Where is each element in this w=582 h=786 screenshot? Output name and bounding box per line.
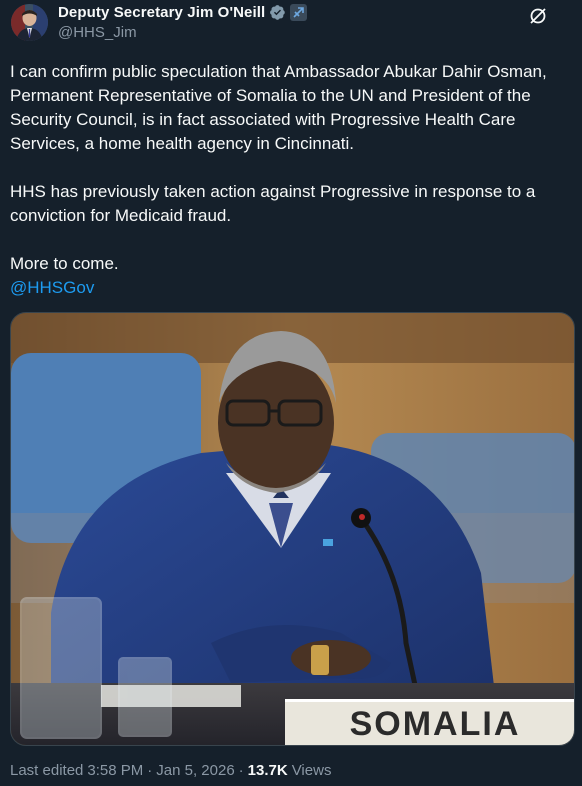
meta-separator: · [147, 762, 153, 779]
author-name-row: Deputy Secretary Jim O'Neill [58, 4, 308, 21]
photo-illustration [11, 313, 574, 745]
verified-badge-icon[interactable] [269, 4, 286, 21]
views-label: Views [291, 762, 332, 779]
avatar[interactable] [11, 4, 48, 41]
tweet: Deputy Secretary Jim O'Neill @HHS_Jim I … [0, 0, 582, 786]
nameplate-text: SOMALIA [349, 705, 521, 743]
grok-icon[interactable] [528, 6, 548, 26]
avatar-image [11, 4, 48, 41]
post-date[interactable]: Jan 5, 2026 [156, 762, 234, 779]
author-handle[interactable]: @HHS_Jim [58, 24, 137, 41]
nameplate: SOMALIA [285, 699, 574, 745]
post-time[interactable]: 3:58 PM [87, 762, 143, 779]
post-paragraph-2: HHS has previously taken action against … [10, 182, 536, 225]
post-text: I can confirm public speculation that Am… [10, 60, 575, 300]
post-meta: Last edited 3:58 PM · Jan 5, 2026 · 13.7… [10, 762, 331, 779]
post-paragraph-3: More to come. [10, 254, 119, 273]
author-display-name[interactable]: Deputy Secretary Jim O'Neill [58, 4, 265, 21]
government-badge-icon[interactable] [290, 4, 308, 21]
mention-link[interactable]: @HHSGov [10, 278, 94, 297]
post-paragraph-1: I can confirm public speculation that Am… [10, 62, 547, 153]
views-count[interactable]: 13.7K [248, 762, 288, 779]
edited-label[interactable]: Last edited [10, 762, 83, 779]
post-photo[interactable]: SOMALIA [10, 312, 575, 746]
meta-separator: · [238, 762, 244, 779]
